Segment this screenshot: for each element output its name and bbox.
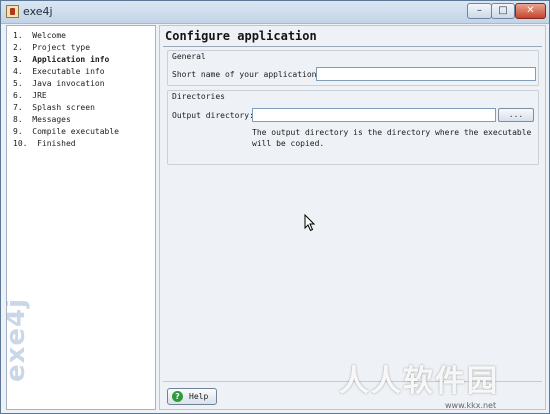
maximize-button[interactable]: □ — [491, 3, 515, 19]
step-item[interactable]: 3. Application info — [13, 54, 155, 66]
close-button[interactable]: ✕ — [515, 3, 546, 19]
step-item[interactable]: 8. Messages — [13, 114, 155, 126]
directories-group-label: Directories — [172, 92, 225, 101]
step-item[interactable]: 2. Project type — [13, 42, 155, 54]
general-group: General Short name of your application: — [167, 50, 539, 86]
help-icon: ? — [172, 391, 183, 402]
step-item[interactable]: 4. Executable info — [13, 66, 155, 78]
step-item[interactable]: 5. Java invocation — [13, 78, 155, 90]
short-name-input[interactable] — [316, 67, 536, 81]
help-button-label: Help — [189, 392, 209, 401]
mouse-pointer-icon — [304, 214, 316, 232]
output-directory-hint-line2: will be copied. — [252, 139, 325, 148]
app-window: exe4j – □ ✕ 1. Welcome 2. Project type 3. … — [0, 0, 550, 414]
title-bar[interactable]: exe4j – □ ✕ — [1, 1, 549, 24]
wizard-steps-sidebar: 1. Welcome 2. Project type 3. Application … — [6, 25, 156, 410]
output-directory-hint-line1: The output directory is the directory wh… — [252, 128, 532, 137]
directories-group: Directories Output directory: ... The ou… — [167, 90, 539, 165]
step-item[interactable]: 7. Splash screen — [13, 102, 155, 114]
step-item[interactable]: 1. Welcome — [13, 30, 155, 42]
minimize-button[interactable]: – — [467, 3, 492, 19]
short-name-label: Short name of your application: — [172, 70, 322, 79]
page-title: Configure application — [165, 29, 317, 43]
output-directory-label: Output directory: — [172, 111, 254, 120]
browse-button[interactable]: ... — [498, 108, 534, 122]
title-divider — [163, 46, 542, 47]
general-group-label: General — [172, 52, 206, 61]
exe4j-brand-logo: exe4j — [6, 297, 31, 382]
step-list: 1. Welcome 2. Project type 3. Application … — [7, 26, 155, 150]
output-directory-input[interactable] — [252, 108, 496, 122]
watermark-url: www.kkx.net — [445, 401, 497, 410]
window-title: exe4j — [23, 5, 53, 18]
app-icon — [6, 5, 19, 18]
step-item[interactable]: 6. JRE — [13, 90, 155, 102]
step-item[interactable]: 10. Finished — [13, 138, 155, 150]
step-item[interactable]: 9. Compile executable — [13, 126, 155, 138]
main-panel: Configure application General Short name… — [159, 25, 546, 410]
help-button[interactable]: ? Help — [167, 388, 217, 405]
